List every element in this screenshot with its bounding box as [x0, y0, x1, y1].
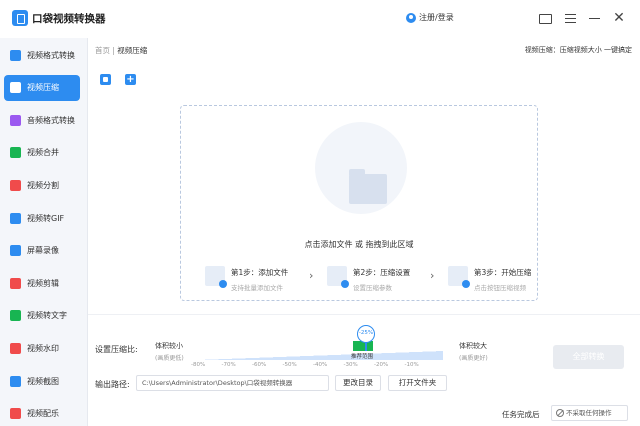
- chevron-right-icon: ›: [430, 269, 435, 282]
- sidebar-item-label: 屏幕录像: [27, 246, 59, 256]
- open-folder-button[interactable]: 打开文件夹: [388, 375, 447, 391]
- change-directory-button[interactable]: 更改目录: [335, 375, 381, 391]
- step-3: 第3步：开始压缩 点击按钮压缩视频: [448, 266, 531, 292]
- step-subtitle: 点击按钮压缩视频: [474, 284, 526, 292]
- compress-step-icon: [448, 266, 470, 288]
- slider-tick-label: -20%: [374, 362, 389, 368]
- sidebar-item-label: 音频格式转换: [27, 115, 75, 125]
- video-edit-icon: [10, 277, 21, 289]
- sidebar-item-video-watermark[interactable]: 视频水印: [4, 335, 80, 361]
- sidebar-item-video-to-text[interactable]: 视频转文字: [4, 303, 80, 329]
- sidebar-item-label: 视频转GIF: [27, 213, 65, 223]
- slider-pin: [365, 343, 367, 351]
- step-title: 第2步：压缩设置: [353, 268, 411, 277]
- larger-size-label: 体积较大: [459, 342, 487, 350]
- sidebar-item-video-screenshot[interactable]: 视频截图: [4, 368, 80, 394]
- step-2: 第2步：压缩设置 设置压缩参数: [327, 266, 410, 292]
- slider-tick-label: -60%: [252, 362, 267, 368]
- step-1: 第1步：添加文件 支持批量添加文件: [205, 266, 288, 292]
- ban-icon: [556, 409, 564, 417]
- user-icon: [406, 12, 416, 23]
- video-music-icon: [10, 408, 21, 420]
- breadcrumb: 首页 | 视频压缩: [95, 45, 147, 56]
- compression-slider-handle[interactable]: -25%: [357, 325, 375, 343]
- folder-illustration-icon: [349, 169, 387, 204]
- title-bar: 口袋视频转换器 注册/登录 ✕: [0, 0, 640, 38]
- add-file-icon[interactable]: [100, 74, 111, 85]
- slider-tick-label: -30%: [343, 362, 358, 368]
- screen-record-icon: [10, 245, 21, 257]
- sidebar-item-label: 视频合并: [27, 148, 59, 158]
- sidebar-item-label: 视频转文字: [27, 311, 67, 321]
- video-to-text-icon: [10, 310, 21, 322]
- feature-hint: 视频压缩：压缩视频大小 一键搞定: [524, 46, 632, 54]
- sidebar-item-label: 视频分割: [27, 180, 59, 190]
- breadcrumb-home[interactable]: 首页: [95, 46, 110, 55]
- audio-convert-icon: [10, 114, 21, 126]
- close-icon[interactable]: ✕: [612, 11, 626, 25]
- video-screenshot-icon: [10, 375, 21, 387]
- sidebar-item-label: 视频压缩: [27, 83, 59, 93]
- after-task-label: 任务完成后: [502, 410, 540, 419]
- sidebar-item-audio-convert[interactable]: 音频格式转换: [4, 107, 80, 133]
- settings-step-icon: [327, 266, 349, 288]
- divider: [88, 314, 640, 315]
- sidebar-item-label: 视频水印: [27, 343, 59, 353]
- compression-label: 设置压缩比:: [95, 345, 138, 354]
- sidebar-item-label: 视频格式转换: [27, 50, 75, 60]
- add-file-step-icon: [205, 266, 227, 288]
- recommended-range-label: 推荐范围: [351, 354, 374, 360]
- app-logo-icon: [12, 10, 28, 26]
- slider-tick-label: -40%: [313, 362, 328, 368]
- better-quality-note: (画质更好): [459, 355, 488, 362]
- sidebar-item-screen-record[interactable]: 屏幕录像: [4, 238, 80, 264]
- lower-quality-note: (画质更低): [155, 355, 184, 362]
- sidebar-item-label: 视频剪辑: [27, 278, 59, 288]
- smaller-size-label: 体积较小: [155, 342, 183, 350]
- sidebar: 视频格式转换 视频压缩音频格式转换 视频合并视频分割视频转GIF 屏幕录像视频剪辑视频…: [0, 38, 88, 426]
- folder-icon[interactable]: [538, 11, 552, 25]
- drop-zone[interactable]: 点击添加文件 或 拖拽到此区域 第1步：添加文件 支持批量添加文件 › 第2步：…: [180, 105, 538, 301]
- sidebar-item-video-to-gif[interactable]: 视频转GIF: [4, 205, 80, 231]
- convert-all-button[interactable]: 全部转换: [553, 345, 624, 369]
- minimize-icon[interactable]: [588, 11, 602, 25]
- output-path-field[interactable]: C:\Users\Administrator\Desktop\口袋视频转换器: [136, 375, 329, 391]
- video-compress-icon: [10, 82, 21, 94]
- sidebar-item-label: 视频截图: [27, 376, 59, 386]
- breadcrumb-current: 视频压缩: [117, 46, 148, 55]
- step-title: 第3步：开始压缩: [474, 268, 532, 277]
- login-label: 注册/登录: [419, 13, 454, 22]
- video-merge-icon: [10, 147, 21, 159]
- video-split-icon: [10, 179, 21, 191]
- sidebar-item-format-convert[interactable]: 视频格式转换: [4, 42, 80, 68]
- sidebar-item-video-compress[interactable]: 视频压缩: [4, 74, 80, 101]
- step-title: 第1步：添加文件: [231, 268, 289, 277]
- slider-tick-label: -10%: [404, 362, 419, 368]
- after-task-value: 不采取任何操作: [566, 409, 612, 417]
- slider-tick-label: -50%: [282, 362, 297, 368]
- output-path-label: 输出路径:: [95, 380, 130, 389]
- sidebar-item-video-music[interactable]: 视频配乐: [4, 401, 80, 426]
- slider-tick-label: -80%: [191, 362, 206, 368]
- sidebar-item-video-edit[interactable]: 视频剪辑: [4, 270, 80, 296]
- sidebar-item-video-merge[interactable]: 视频合并: [4, 140, 80, 166]
- after-task-select[interactable]: 不采取任何操作: [551, 405, 628, 421]
- chevron-right-icon: ›: [309, 269, 314, 282]
- video-to-gif-icon: [10, 212, 21, 224]
- app-title: 口袋视频转换器: [32, 13, 106, 25]
- sidebar-item-video-split[interactable]: 视频分割: [4, 172, 80, 198]
- step-subtitle: 支持批量添加文件: [231, 284, 283, 292]
- menu-icon[interactable]: [564, 11, 578, 25]
- sidebar-item-label: 视频配乐: [27, 409, 59, 419]
- video-watermark-icon: [10, 342, 21, 354]
- compression-slider-track[interactable]: [198, 351, 443, 360]
- format-convert-icon: [10, 49, 21, 61]
- step-subtitle: 设置压缩参数: [353, 284, 392, 292]
- add-folder-icon[interactable]: +: [125, 74, 136, 85]
- drop-zone-text: 点击添加文件 或 拖拽到此区域: [304, 240, 414, 249]
- slider-tick-label: -70%: [221, 362, 236, 368]
- login-link[interactable]: 注册/登录: [406, 12, 454, 23]
